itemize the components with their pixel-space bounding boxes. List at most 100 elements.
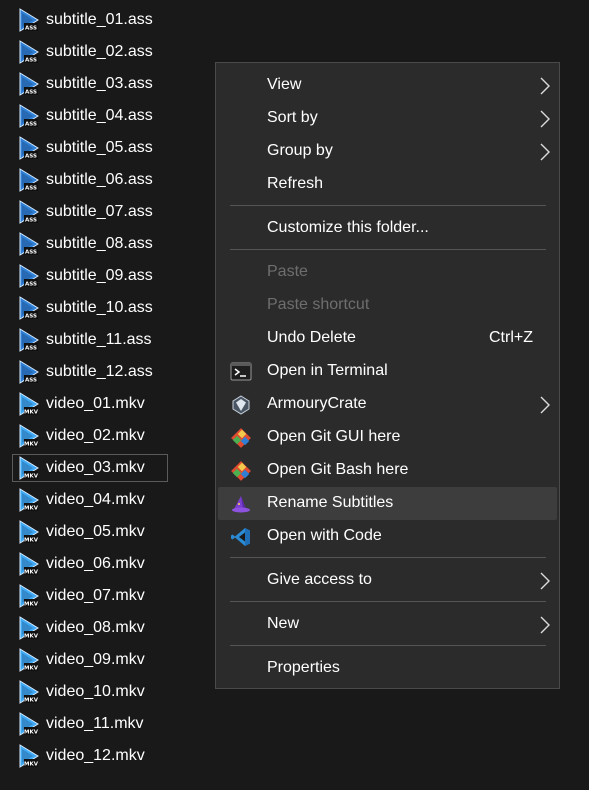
file-item[interactable]: ASS subtitle_05.ass xyxy=(12,134,168,162)
menu-item-undo-delete-label: Undo Delete xyxy=(267,329,356,346)
menu-item-paste[interactable]: Paste xyxy=(218,256,557,289)
menu-item-rename-subtitles-label: Rename Subtitles xyxy=(267,494,394,511)
media-play-icon: MKV xyxy=(18,584,40,608)
file-item[interactable]: ASS subtitle_08.ass xyxy=(12,230,168,258)
file-item[interactable]: MKV video_01.mkv xyxy=(12,390,168,418)
media-play-icon: ASS xyxy=(18,232,40,256)
media-play-icon: MKV xyxy=(18,424,40,448)
menu-item-sort-by-label: Sort by xyxy=(267,109,318,126)
chevron-right-icon xyxy=(540,143,550,161)
menu-item-armoury-crate-label: ArmouryCrate xyxy=(267,395,367,412)
menu-item-customize[interactable]: Customize this folder... xyxy=(218,212,557,245)
file-item[interactable]: ASS subtitle_06.ass xyxy=(12,166,168,194)
file-name: subtitle_08.ass xyxy=(46,235,153,252)
media-play-icon: ASS xyxy=(18,296,40,320)
svg-text:ASS: ASS xyxy=(25,346,37,352)
menu-item-open-with-code[interactable]: Open with Code xyxy=(218,520,557,553)
menu-item-view[interactable]: View xyxy=(218,69,557,102)
chevron-right-icon xyxy=(540,110,550,128)
menu-item-give-access[interactable]: Give access to xyxy=(218,564,557,597)
media-play-icon: ASS xyxy=(18,72,40,96)
file-item[interactable]: MKV video_12.mkv xyxy=(12,742,168,770)
svg-text:MKV: MKV xyxy=(24,442,39,448)
svg-text:ASS: ASS xyxy=(25,122,37,128)
file-item[interactable]: ASS subtitle_02.ass xyxy=(12,38,168,66)
svg-text:MKV: MKV xyxy=(24,538,39,544)
chevron-right-icon xyxy=(540,616,550,634)
file-item[interactable]: MKV video_05.mkv xyxy=(12,518,168,546)
svg-text:ASS: ASS xyxy=(25,378,37,384)
file-item[interactable]: MKV video_08.mkv xyxy=(12,614,168,642)
menu-separator xyxy=(230,557,546,558)
file-name: subtitle_02.ass xyxy=(46,43,153,60)
file-item[interactable]: MKV video_06.mkv xyxy=(12,550,168,578)
menu-separator xyxy=(230,645,546,646)
chevron-right-icon xyxy=(540,572,550,590)
menu-item-open-git-bash[interactable]: Open Git Bash here xyxy=(218,454,557,487)
armoury-crate-icon xyxy=(232,395,250,415)
svg-text:MKV: MKV xyxy=(24,762,39,768)
file-name: video_01.mkv xyxy=(46,395,145,412)
file-item[interactable]: ASS subtitle_09.ass xyxy=(12,262,168,290)
file-item[interactable]: ASS subtitle_12.ass xyxy=(12,358,168,386)
media-play-icon: MKV xyxy=(18,552,40,576)
media-play-icon: ASS xyxy=(18,136,40,160)
file-item[interactable]: ASS subtitle_04.ass xyxy=(12,102,168,130)
menu-item-open-git-gui-label: Open Git GUI here xyxy=(267,428,401,445)
file-item[interactable]: ASS subtitle_11.ass xyxy=(12,326,168,354)
menu-item-rename-subtitles[interactable]: Rename Subtitles xyxy=(218,487,557,520)
menu-item-open-terminal[interactable]: Open in Terminal xyxy=(218,355,557,388)
svg-text:MKV: MKV xyxy=(24,666,39,672)
media-play-icon: MKV xyxy=(18,456,40,480)
media-play-icon: ASS xyxy=(18,360,40,384)
media-play-icon: MKV xyxy=(18,680,40,704)
menu-item-properties[interactable]: Properties xyxy=(218,652,557,685)
file-item[interactable]: ASS subtitle_07.ass xyxy=(12,198,168,226)
vscode-icon xyxy=(231,528,250,546)
menu-item-give-access-label: Give access to xyxy=(267,571,372,588)
file-name: subtitle_07.ass xyxy=(46,203,153,220)
file-name: video_04.mkv xyxy=(46,491,145,508)
menu-item-open-terminal-label: Open in Terminal xyxy=(267,362,388,379)
file-item[interactable]: ASS subtitle_01.ass xyxy=(12,6,168,34)
file-name: video_05.mkv xyxy=(46,523,145,540)
file-item[interactable]: MKV video_02.mkv xyxy=(12,422,168,450)
svg-text:ASS: ASS xyxy=(25,314,37,320)
file-name: subtitle_10.ass xyxy=(46,299,153,316)
menu-item-view-label: View xyxy=(267,76,302,93)
keyboard-shortcut: Ctrl+Z xyxy=(489,329,533,346)
svg-text:ASS: ASS xyxy=(25,250,37,256)
file-item[interactable]: MKV video_11.mkv xyxy=(12,710,168,738)
file-item[interactable]: MKV video_07.mkv xyxy=(12,582,168,610)
svg-text:ASS: ASS xyxy=(25,58,37,64)
media-play-icon: MKV xyxy=(18,488,40,512)
menu-item-armoury-crate[interactable]: ArmouryCrate xyxy=(218,388,557,421)
menu-item-customize-label: Customize this folder... xyxy=(267,219,429,236)
menu-item-open-git-bash-label: Open Git Bash here xyxy=(267,461,409,478)
menu-item-sort-by[interactable]: Sort by xyxy=(218,102,557,135)
file-name: subtitle_12.ass xyxy=(46,363,153,380)
context-menu: View Sort by Group by Refresh Customize … xyxy=(215,62,560,689)
media-play-icon: ASS xyxy=(18,264,40,288)
svg-text:MKV: MKV xyxy=(24,634,39,640)
menu-item-group-by-label: Group by xyxy=(267,142,333,159)
file-item[interactable]: MKV video_04.mkv xyxy=(12,486,168,514)
menu-item-group-by[interactable]: Group by xyxy=(218,135,557,168)
svg-text:ASS: ASS xyxy=(25,186,37,192)
file-name: video_08.mkv xyxy=(46,619,145,636)
file-name: subtitle_09.ass xyxy=(46,267,153,284)
file-item[interactable]: ASS subtitle_03.ass xyxy=(12,70,168,98)
file-item[interactable]: ASS subtitle_10.ass xyxy=(12,294,168,322)
file-item[interactable]: MKV video_09.mkv xyxy=(12,646,168,674)
file-item[interactable]: MKV video_03.mkv xyxy=(12,454,168,482)
menu-item-paste-shortcut[interactable]: Paste shortcut xyxy=(218,289,557,322)
menu-item-refresh[interactable]: Refresh xyxy=(218,168,557,201)
menu-item-new[interactable]: New xyxy=(218,608,557,641)
file-name: video_07.mkv xyxy=(46,587,145,604)
menu-item-open-git-gui[interactable]: Open Git GUI here xyxy=(218,421,557,454)
file-item[interactable]: MKV video_10.mkv xyxy=(12,678,168,706)
menu-item-undo-delete[interactable]: Undo Delete Ctrl+Z xyxy=(218,322,557,355)
media-play-icon: MKV xyxy=(18,712,40,736)
media-play-icon: MKV xyxy=(18,744,40,768)
chevron-right-icon xyxy=(540,77,550,95)
